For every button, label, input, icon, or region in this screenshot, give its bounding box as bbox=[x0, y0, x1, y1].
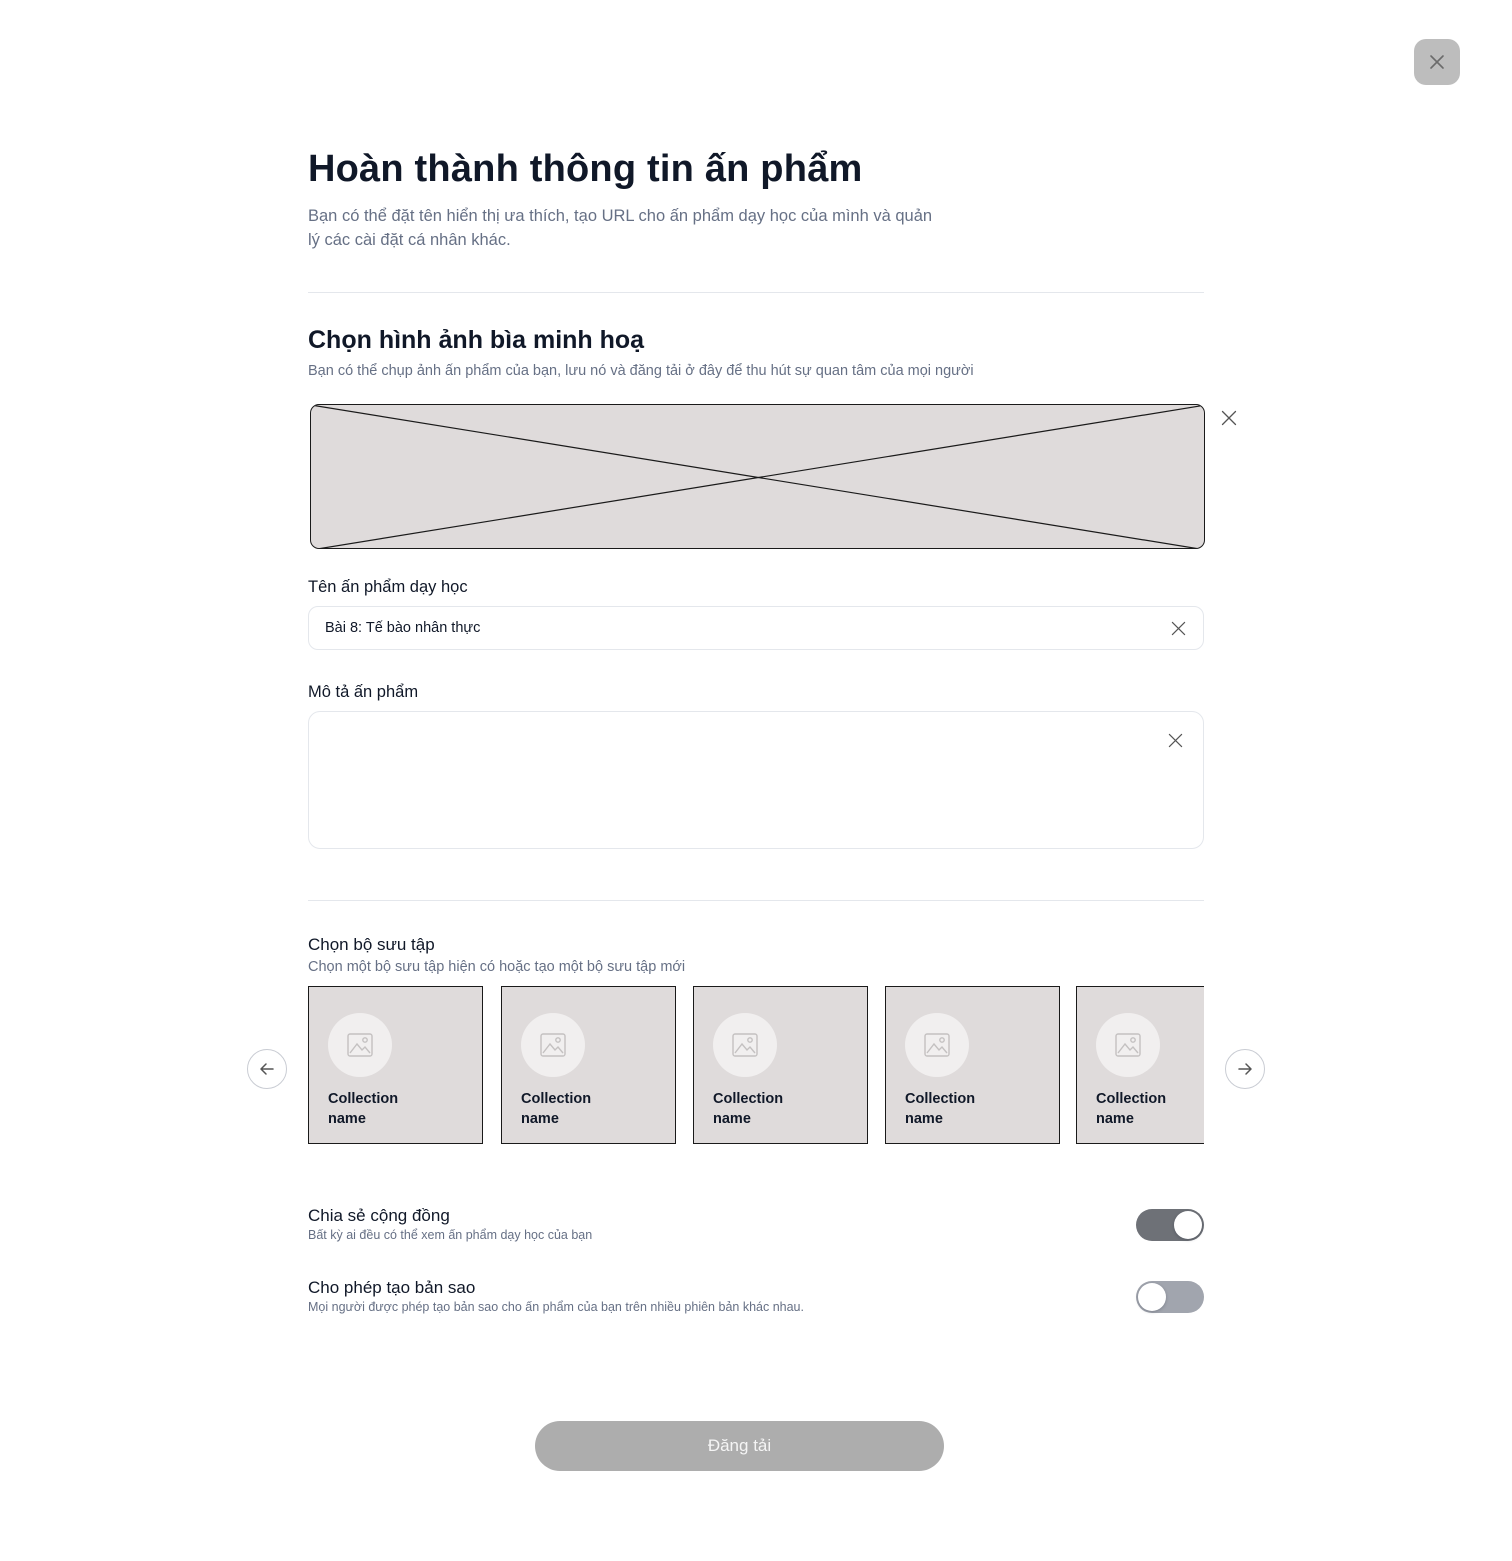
close-icon bbox=[1168, 733, 1182, 747]
carousel-prev-button[interactable] bbox=[247, 1049, 287, 1089]
cover-section-title: Chọn hình ảnh bìa minh hoạ bbox=[308, 326, 645, 354]
image-icon bbox=[924, 1033, 950, 1057]
collection-card[interactable]: Collection name bbox=[1076, 986, 1204, 1144]
allow-copy-description: Mọi người được phép tạo bản sao cho ấn p… bbox=[308, 1300, 804, 1314]
page-title: Hoàn thành thông tin ấn phẩm bbox=[308, 148, 863, 190]
community-share-title: Chia sẻ cộng đồng bbox=[308, 1206, 450, 1225]
image-placeholder-cross bbox=[311, 405, 1204, 548]
allow-copy-title: Cho phép tạo bản sao bbox=[308, 1278, 476, 1297]
divider bbox=[308, 900, 1204, 901]
collection-thumbnail bbox=[1096, 1013, 1160, 1077]
collection-name: Collection name bbox=[328, 1091, 399, 1127]
collection-card[interactable]: Collection name bbox=[693, 986, 868, 1144]
close-button[interactable] bbox=[1414, 39, 1460, 85]
close-icon bbox=[1171, 621, 1185, 635]
name-input-value[interactable]: Bài 8: Tế bào nhân thực bbox=[325, 620, 1169, 636]
carousel-next-button[interactable] bbox=[1225, 1049, 1265, 1089]
collection-thumbnail bbox=[713, 1013, 777, 1077]
collection-thumbnail bbox=[521, 1013, 585, 1077]
description-textarea[interactable] bbox=[308, 711, 1204, 849]
image-icon bbox=[347, 1033, 373, 1057]
collection-name: Collection name bbox=[905, 1091, 976, 1127]
collection-thumbnail bbox=[905, 1013, 969, 1077]
toggle-knob bbox=[1138, 1283, 1166, 1311]
image-icon bbox=[1115, 1033, 1141, 1057]
toggle-knob bbox=[1174, 1211, 1202, 1239]
divider bbox=[308, 292, 1204, 293]
name-input[interactable]: Bài 8: Tế bào nhân thực bbox=[308, 606, 1204, 650]
collection-card[interactable]: Collection name bbox=[885, 986, 1060, 1144]
publish-button[interactable]: Đăng tải bbox=[535, 1421, 944, 1471]
arrow-right-icon bbox=[1238, 1063, 1252, 1075]
description-field-label: Mô tả ấn phẩm bbox=[308, 683, 419, 701]
page-subtitle: Bạn có thể đặt tên hiển thị ưa thích, tạ… bbox=[308, 207, 933, 249]
collection-section-title: Chọn bộ sưu tập bbox=[308, 935, 435, 954]
collection-card[interactable]: Collection name bbox=[308, 986, 483, 1144]
clear-name-button[interactable] bbox=[1169, 619, 1187, 637]
collection-carousel: Collection name Collection name Collecti… bbox=[308, 986, 1204, 1144]
close-icon bbox=[1221, 410, 1237, 426]
collection-name: Collection name bbox=[713, 1091, 784, 1127]
image-icon bbox=[732, 1033, 758, 1057]
publication-info-page: Hoàn thành thông tin ấn phẩm Bạn có thể … bbox=[0, 0, 1512, 1561]
clear-description-button[interactable] bbox=[1166, 731, 1184, 749]
community-share-toggle[interactable] bbox=[1136, 1209, 1204, 1241]
close-icon bbox=[1430, 55, 1444, 69]
collection-card[interactable]: Collection name bbox=[501, 986, 676, 1144]
cover-section-description: Bạn có thể chụp ảnh ấn phẩm của bạn, lưu… bbox=[308, 363, 974, 379]
cover-image-placeholder[interactable] bbox=[310, 404, 1205, 549]
remove-cover-button[interactable] bbox=[1218, 407, 1240, 429]
allow-copy-toggle[interactable] bbox=[1136, 1281, 1204, 1313]
collection-thumbnail bbox=[328, 1013, 392, 1077]
arrow-left-icon bbox=[260, 1063, 274, 1075]
image-icon bbox=[540, 1033, 566, 1057]
collection-name: Collection name bbox=[521, 1091, 592, 1127]
collection-name: Collection name bbox=[1096, 1091, 1167, 1127]
name-field-label: Tên ấn phẩm dạy học bbox=[308, 578, 468, 596]
community-share-description: Bất kỳ ai đều có thể xem ấn phẩm dạy học… bbox=[308, 1228, 593, 1242]
collection-section-description: Chọn một bộ sưu tập hiện có hoặc tạo một… bbox=[308, 959, 686, 975]
